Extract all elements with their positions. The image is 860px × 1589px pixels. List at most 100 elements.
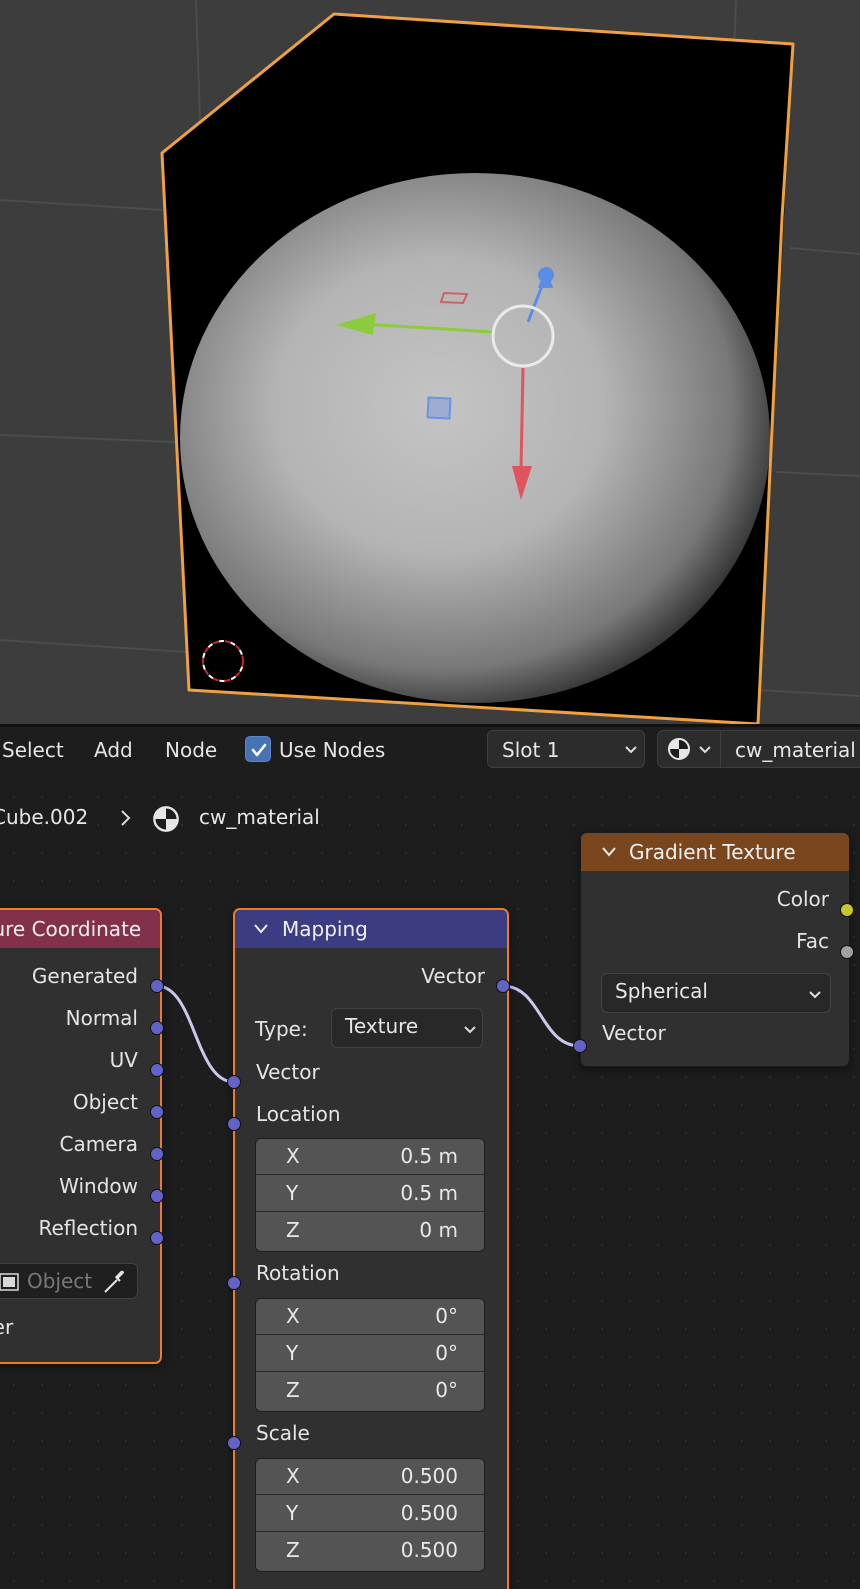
scale-label: Scale — [256, 1421, 310, 1445]
socket-window[interactable] — [150, 1189, 164, 1203]
rotation-x-value: 0° — [435, 1304, 458, 1328]
object-icon — [0, 1273, 19, 1291]
axis-label: Z — [286, 1538, 300, 1562]
axis-label: Y — [286, 1501, 299, 1525]
location-z-field[interactable]: Z 0 m — [256, 1213, 484, 1249]
socket-object[interactable] — [150, 1105, 164, 1119]
scale-x-value: 0.500 — [400, 1464, 458, 1488]
node-title: Texture Coordinate — [0, 917, 142, 941]
gradient-type-select[interactable]: Spherical — [601, 973, 831, 1013]
socket-gradient-color[interactable] — [840, 903, 854, 917]
breadcrumb-material: cw_material — [199, 805, 320, 829]
output-normal: Normal — [65, 1006, 138, 1030]
location-x-field[interactable]: X 0.5 m — [256, 1139, 484, 1175]
rotation-z-field[interactable]: Z 0° — [256, 1373, 484, 1409]
node-header[interactable]: Texture Coordinate — [0, 910, 160, 948]
node-header[interactable]: Mapping — [235, 910, 507, 948]
output-color-label: Color — [776, 887, 829, 911]
rotation-y-field[interactable]: Y 0° — [256, 1336, 484, 1372]
rotation-z-value: 0° — [435, 1378, 458, 1402]
axis-label: Y — [286, 1181, 299, 1205]
link-mapping-to-gradient — [502, 984, 581, 1048]
chevron-down-icon — [699, 746, 711, 754]
scale-z-field[interactable]: Z 0.500 — [256, 1533, 484, 1569]
object-field-placeholder: Object — [27, 1269, 93, 1293]
material-name: cw_material — [735, 738, 856, 762]
node-header[interactable]: Gradient Texture — [581, 833, 849, 871]
sphere — [180, 173, 770, 703]
rotation-label: Rotation — [256, 1261, 340, 1285]
rotation-y-value: 0° — [435, 1341, 458, 1365]
material-browse-button[interactable] — [658, 731, 721, 767]
axis-label: X — [286, 1144, 300, 1168]
viewport-scene — [0, 0, 860, 724]
axis-label: Z — [286, 1378, 300, 1402]
axis-label: Y — [286, 1341, 299, 1365]
checkmark-icon — [251, 743, 267, 757]
chevron-down-icon[interactable] — [601, 846, 617, 858]
output-generated: Generated — [31, 964, 138, 988]
menu-node[interactable]: Node — [165, 738, 217, 762]
socket-uv[interactable] — [150, 1063, 164, 1077]
axis-label: Z — [286, 1218, 300, 1242]
material-sphere-icon — [153, 806, 179, 832]
material-sphere-icon — [668, 738, 690, 760]
output-object: Object — [72, 1090, 138, 1114]
eyedropper-icon[interactable] — [103, 1270, 127, 1294]
3d-viewport[interactable] — [0, 0, 860, 724]
use-nodes-checkbox[interactable] — [245, 736, 271, 762]
mapping-type-value: Texture — [345, 1014, 419, 1038]
input-vector-label: Vector — [256, 1060, 320, 1084]
chevron-down-icon[interactable] — [253, 923, 269, 935]
socket-mapping-rotation[interactable] — [227, 1276, 241, 1290]
output-reflection: Reflection — [38, 1216, 138, 1240]
output-uv: UV — [109, 1048, 138, 1072]
output-window: Window — [59, 1174, 138, 1198]
socket-camera[interactable] — [150, 1147, 164, 1161]
socket-normal[interactable] — [150, 1021, 164, 1035]
material-selector[interactable]: cw_material — [657, 730, 860, 768]
menu-add[interactable]: Add — [94, 738, 133, 762]
use-nodes-label: Use Nodes — [279, 738, 386, 762]
gradient-type-value: Spherical — [615, 979, 708, 1003]
scale-y-field[interactable]: Y 0.500 — [256, 1496, 484, 1532]
chevron-down-icon — [464, 1026, 476, 1034]
location-fields: X 0.5 m Y 0.5 m Z 0 m — [255, 1138, 485, 1252]
axis-label: X — [286, 1464, 300, 1488]
mapping-type-select[interactable]: Texture — [331, 1008, 483, 1048]
location-y-field[interactable]: Y 0.5 m — [256, 1176, 484, 1212]
location-y-value: 0.5 m — [400, 1181, 458, 1205]
axis-label: X — [286, 1304, 300, 1328]
location-label: Location — [256, 1102, 341, 1126]
socket-gradient-vector[interactable] — [573, 1039, 587, 1053]
object-field[interactable]: Object — [0, 1263, 138, 1299]
scale-x-field[interactable]: X 0.500 — [256, 1459, 484, 1495]
rotation-fields: X 0° Y 0° Z 0° — [255, 1298, 485, 1412]
socket-mapping-location[interactable] — [227, 1117, 241, 1131]
link-generated-to-mapping — [156, 984, 235, 1084]
mapping-node[interactable]: Mapping Vector Type: Texture Vector Loca… — [233, 908, 509, 1589]
socket-mapping-scale[interactable] — [227, 1436, 241, 1450]
node-title: Gradient Texture — [629, 840, 796, 864]
output-camera: Camera — [59, 1132, 139, 1156]
gradient-texture-node[interactable]: Gradient Texture Color Fac Spherical Vec… — [580, 832, 850, 1067]
input-vector-label: Vector — [602, 1021, 666, 1045]
socket-gradient-fac[interactable] — [840, 945, 854, 959]
scale-y-value: 0.500 — [400, 1501, 458, 1525]
socket-mapping-input-vector[interactable] — [227, 1075, 241, 1089]
rotation-x-field[interactable]: X 0° — [256, 1299, 484, 1335]
node-title: Mapping — [282, 917, 368, 941]
menu-select[interactable]: Select — [2, 738, 64, 762]
chevron-down-icon — [625, 746, 637, 754]
socket-mapping-output-vector[interactable] — [496, 979, 510, 993]
breadcrumb-object: Cube.002 — [0, 805, 89, 829]
output-vector-label: Vector — [421, 964, 485, 988]
texture-coordinate-node[interactable]: Texture Coordinate Generated Normal UV O… — [0, 908, 162, 1364]
node-editor-header: Select Add Node Use Nodes Slot 1 cw_mate… — [0, 727, 860, 773]
socket-reflection[interactable] — [150, 1231, 164, 1245]
type-label: Type: — [255, 1017, 308, 1041]
from-instancer-label: From Instancer — [0, 1315, 14, 1339]
slot-dropdown[interactable]: Slot 1 — [487, 730, 645, 768]
socket-generated[interactable] — [150, 979, 164, 993]
shader-node-editor[interactable]: Select Add Node Use Nodes Slot 1 cw_mate… — [0, 727, 860, 1589]
